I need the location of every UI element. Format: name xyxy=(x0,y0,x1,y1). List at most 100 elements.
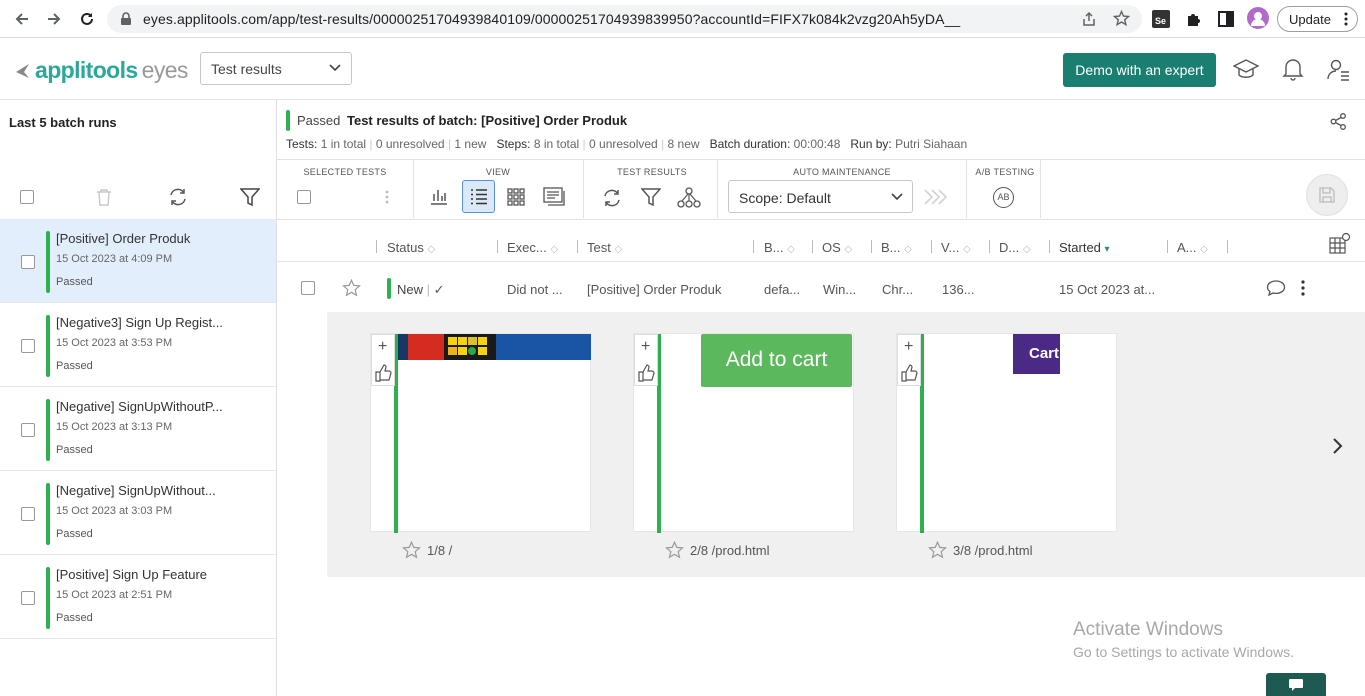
batch-item[interactable]: [Negative] SignUpWithout... 15 Oct 2023 … xyxy=(0,471,276,555)
thumbs-up-icon[interactable] xyxy=(901,364,919,382)
applitools-logo[interactable]: applitools eyes xyxy=(15,57,188,84)
profile-avatar[interactable] xyxy=(1247,7,1269,29)
reload-icon[interactable] xyxy=(76,8,98,30)
grid-view-icon[interactable] xyxy=(507,188,525,206)
bar-chart-view-icon[interactable] xyxy=(430,187,448,205)
demo-with-expert-button[interactable]: Demo with an expert xyxy=(1063,53,1216,87)
view-title: VIEW xyxy=(485,167,511,177)
batch-stats: Tests: 1 in total | 0 unresolved | 1 new… xyxy=(286,137,968,151)
batch-item[interactable]: [Negative3] Sign Up Regist... 15 Oct 202… xyxy=(0,303,276,387)
save-icon xyxy=(1319,187,1335,203)
chevron-right-icon[interactable] xyxy=(1332,437,1344,455)
bookmark-star-icon[interactable] xyxy=(1113,10,1130,27)
step-card[interactable]: + xyxy=(370,333,591,533)
status-bar xyxy=(46,567,50,629)
col-separator xyxy=(1227,240,1228,253)
list-view-button[interactable] xyxy=(462,180,495,213)
scope-select[interactable]: Scope: Default xyxy=(728,180,913,213)
app-header: applitools eyes Test results Demo with a… xyxy=(0,38,1365,100)
logo-text-main: applitools xyxy=(35,57,138,83)
bell-icon[interactable] xyxy=(1282,57,1304,81)
star-icon[interactable] xyxy=(928,541,947,559)
step-card[interactable]: + Add to cart xyxy=(633,333,854,533)
toolbar-separator xyxy=(717,160,718,218)
row-test-name[interactable]: [Positive] Order Produk xyxy=(587,282,721,297)
batch-item-checkbox[interactable] xyxy=(21,255,35,269)
graduation-cap-icon[interactable] xyxy=(1233,58,1259,82)
col-test[interactable]: Test ◇ xyxy=(587,240,622,255)
trash-icon[interactable] xyxy=(96,188,112,206)
star-icon[interactable] xyxy=(342,279,361,297)
step-label-text: 2/8 /prod.html xyxy=(690,542,770,558)
batch-item[interactable]: [Negative] SignUpWithoutP... 15 Oct 2023… xyxy=(0,387,276,471)
row-checkbox[interactable] xyxy=(301,281,315,295)
filter-results-icon[interactable] xyxy=(641,188,661,207)
column-settings-icon[interactable] xyxy=(1329,232,1351,254)
col-browser[interactable]: B... ◇ xyxy=(881,240,912,255)
step-label-text: 1/8 / xyxy=(427,542,453,558)
forward-icon[interactable] xyxy=(43,8,65,30)
filter-icon[interactable] xyxy=(240,188,260,207)
step-thumbnail-add-to-cart: Add to cart xyxy=(701,334,852,387)
chat-widget-button[interactable] xyxy=(1266,673,1326,696)
batch-item-checkbox[interactable] xyxy=(21,591,35,605)
select-tests-checkbox[interactable] xyxy=(297,190,311,204)
comment-icon[interactable] xyxy=(1266,279,1286,297)
steps-total: 8 in total xyxy=(533,137,580,151)
apply-maintenance-icon[interactable] xyxy=(923,188,951,206)
tests-unresolved: 0 unresolved xyxy=(375,137,445,151)
refresh-results-icon[interactable] xyxy=(602,188,622,208)
batch-title: Test results of batch: [Positive] Order … xyxy=(347,113,627,128)
share-icon[interactable] xyxy=(1081,11,1097,27)
plus-icon[interactable]: + xyxy=(641,338,650,356)
user-settings-icon[interactable] xyxy=(1327,58,1351,82)
refresh-icon[interactable] xyxy=(168,187,188,207)
col-viewport[interactable]: V... ◇ xyxy=(941,240,971,255)
col-execution[interactable]: Exec... ◇ xyxy=(507,240,558,255)
side-panel-icon[interactable] xyxy=(1217,10,1235,28)
browser-toolbar: eyes.applitools.com/app/test-results/000… xyxy=(0,0,1365,38)
plus-icon[interactable]: + xyxy=(904,338,913,356)
thumbs-up-icon[interactable] xyxy=(638,364,656,382)
more-vert-icon[interactable] xyxy=(385,189,389,205)
step-label: 2/8 /prod.html xyxy=(665,541,770,559)
col-assignee[interactable]: A... ◇ xyxy=(1177,240,1208,255)
batch-item-checkbox[interactable] xyxy=(21,339,35,353)
col-separator xyxy=(497,240,498,253)
extensions-puzzle-icon[interactable] xyxy=(1185,10,1203,28)
update-button[interactable]: Update xyxy=(1277,6,1358,32)
step-card[interactable]: + Cart xyxy=(896,333,1117,533)
save-button[interactable] xyxy=(1306,174,1348,216)
batch-item[interactable]: [Positive] Sign Up Feature 15 Oct 2023 a… xyxy=(0,555,276,639)
col-os[interactable]: OS ◇ xyxy=(822,240,852,255)
scope-select-value: Scope: Default xyxy=(739,190,831,206)
selenium-extension-icon[interactable]: Se xyxy=(1152,10,1170,28)
batch-item-checkbox[interactable] xyxy=(21,507,35,521)
col-separator xyxy=(376,240,377,253)
col-device[interactable]: D... ◇ xyxy=(999,240,1031,255)
view-select[interactable]: Test results xyxy=(200,52,352,85)
col-branch[interactable]: B... ◇ xyxy=(764,240,795,255)
batch-item-checkbox[interactable] xyxy=(21,423,35,437)
address-bar[interactable]: eyes.applitools.com/app/test-results/000… xyxy=(107,5,1142,33)
divider xyxy=(277,159,1365,160)
ab-testing-icon[interactable]: AB xyxy=(993,187,1014,208)
ab-testing-title: A/B TESTING xyxy=(975,167,1035,177)
col-viewport-label: V... xyxy=(941,240,960,255)
select-all-checkbox[interactable] xyxy=(20,190,34,204)
star-icon[interactable] xyxy=(665,541,684,559)
batch-item[interactable]: [Positive] Order Produk 15 Oct 2023 at 4… xyxy=(0,219,276,303)
details-view-icon[interactable] xyxy=(543,187,567,207)
row-more-icon[interactable] xyxy=(1301,280,1305,296)
divider xyxy=(277,261,1365,262)
thumbs-up-icon[interactable] xyxy=(375,364,393,382)
share-network-icon[interactable] xyxy=(1330,113,1347,130)
col-started[interactable]: Started ▾ xyxy=(1059,240,1110,255)
star-icon[interactable] xyxy=(402,541,421,559)
col-status[interactable]: Status ◇ xyxy=(387,240,435,255)
lock-icon xyxy=(120,12,132,26)
back-icon[interactable] xyxy=(11,8,33,30)
group-by-icon[interactable] xyxy=(677,187,701,209)
col-separator xyxy=(871,240,872,253)
plus-icon[interactable]: + xyxy=(378,338,387,356)
